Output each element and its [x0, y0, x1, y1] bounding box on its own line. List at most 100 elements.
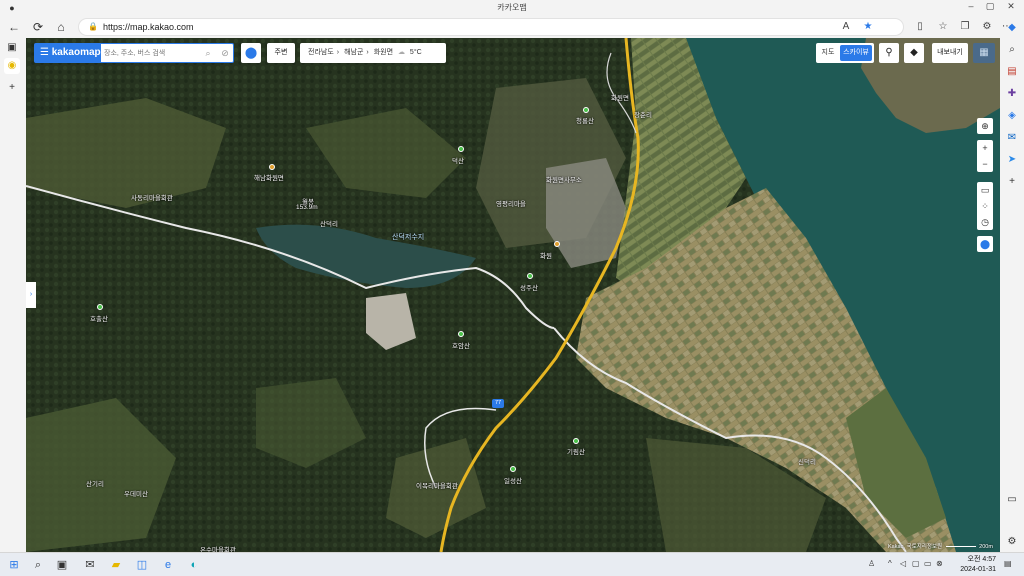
shopping-icon[interactable]: ▤ [1004, 64, 1020, 80]
start-icon[interactable]: ⊞ [6, 557, 22, 573]
map-label[interactable]: 호암산 [452, 340, 470, 350]
menu-icon[interactable]: ☰ [40, 47, 49, 58]
search-sidebar-icon[interactable]: ⌕ [1004, 42, 1020, 58]
map-label[interactable]: 화원면사무소 [546, 174, 582, 184]
around-button[interactable]: 주변 [267, 43, 295, 63]
tray-person-icon[interactable]: ♙ [868, 559, 875, 568]
outlook-icon[interactable]: ✉ [1004, 130, 1020, 146]
breadcrumb-item-town[interactable]: 화원면 [374, 49, 393, 56]
tab-actions-icon[interactable]: ▣ [4, 40, 20, 56]
map-canvas[interactable]: 청룡산 화원면 장춘리 화원면사무소 화원 덕산 해남화원면 영평리마을 사동리… [26, 38, 1000, 552]
panel-toggle-button[interactable]: › [26, 282, 36, 308]
breadcrumb-item-county[interactable]: 해남군 [344, 49, 363, 56]
map-label[interactable]: 우데미산 [124, 488, 148, 498]
current-location-icon[interactable]: ⊕ [977, 118, 993, 134]
map-label[interactable]: 해남화원면 [254, 172, 284, 182]
collections-icon[interactable]: ❐ [957, 19, 973, 35]
map-label[interactable]: 온수마을회관 [200, 544, 236, 552]
breadcrumb-item-province[interactable]: 전라남도 [308, 49, 334, 56]
extensions-icon[interactable]: ⚙ [979, 19, 995, 35]
tray-volume-icon[interactable]: ◁ [900, 559, 906, 568]
window-title: 카카오맵 [497, 3, 527, 12]
sidebar-settings-icon[interactable]: ⚙ [1004, 534, 1020, 550]
tray-battery-icon[interactable]: ▭ [924, 559, 932, 568]
map-label[interactable]: 이목리마을회관 [416, 480, 458, 490]
search-input[interactable] [104, 46, 200, 60]
map-type-map[interactable]: 지도 [816, 43, 840, 63]
search-icon[interactable]: ⌕ [201, 46, 215, 60]
kakaomap-logo[interactable]: ☰ kakaomap [35, 44, 101, 62]
map-label[interactable]: 영평리마을 [496, 198, 526, 208]
kakaomap-tab-icon[interactable]: ◉ [4, 58, 20, 74]
map-label[interactable]: 장춘리 [634, 109, 652, 119]
map-label[interactable]: 신덕리 [798, 456, 816, 466]
back-icon[interactable]: ← [6, 19, 22, 35]
ruler-icon[interactable]: ▭ [977, 182, 993, 198]
area-icon[interactable]: ⁘ [977, 198, 993, 214]
minimap-button[interactable]: ▦ [973, 43, 995, 63]
pin-marker-button[interactable]: ⚲ [879, 43, 899, 63]
mountain-marker[interactable] [527, 273, 533, 279]
mail-icon[interactable]: ✉ [82, 557, 98, 573]
favorites-icon[interactable]: ☆ [935, 19, 951, 35]
read-aloud-icon[interactable]: A [838, 19, 854, 35]
roadview-icon[interactable]: ⬤ [977, 236, 993, 252]
map-footer: Kakao, 국토지리정보원 200m [888, 542, 993, 550]
mountain-marker[interactable] [573, 438, 579, 444]
address-bar[interactable]: 🔒 https://map.kakao.com [78, 18, 904, 36]
map-label[interactable]: 화원 [540, 250, 552, 260]
map-type-skyview[interactable]: 스카이뷰 [840, 45, 872, 61]
mountain-marker[interactable] [510, 466, 516, 472]
map-label[interactable]: 사동리마을회관 [131, 192, 173, 202]
poi-marker[interactable] [269, 164, 275, 170]
layers-button[interactable]: ◆ [904, 43, 924, 63]
new-tab-icon[interactable]: + [4, 80, 20, 96]
store-icon[interactable]: ◫ [134, 557, 150, 573]
refresh-icon[interactable]: ⟳ [30, 19, 46, 35]
task-view-icon[interactable]: ▣ [54, 557, 70, 573]
map-label[interactable]: 산덕저수지 [392, 232, 424, 242]
ie-icon[interactable]: e [160, 557, 176, 573]
map-label[interactable]: 산기리 [86, 478, 104, 488]
home-icon[interactable]: ⌂ [53, 19, 69, 35]
radius-icon[interactable]: ◷ [977, 214, 993, 230]
edge-icon[interactable]: ◐ [186, 557, 202, 573]
minimize-icon[interactable]: – [962, 1, 980, 11]
close-icon[interactable]: ✕ [1002, 1, 1020, 12]
favorite-star-icon[interactable]: ★ [860, 19, 876, 35]
map-label[interactable]: 덕산 [452, 155, 464, 165]
town-marker[interactable] [554, 241, 560, 247]
mountain-marker[interactable] [97, 304, 103, 310]
tray-ime-icon[interactable]: ⊗ [936, 559, 943, 568]
send-icon[interactable]: ➤ [1004, 152, 1020, 168]
split-screen-icon[interactable]: ▯ [912, 19, 928, 35]
map-label[interactable]: 호출산 [90, 313, 108, 323]
export-button[interactable]: 내보내기 [932, 43, 968, 63]
notifications-icon[interactable]: ▤ [1004, 559, 1012, 568]
map-label[interactable]: 기림산 [567, 446, 585, 456]
tray-chevron-up-icon[interactable]: ^ [888, 559, 892, 568]
map-label[interactable]: 화원면 [611, 92, 629, 102]
taskbar-clock[interactable]: 오전 4:57 2024-01-31 [948, 555, 996, 575]
search-icon[interactable]: ⌕ [30, 557, 46, 573]
zoom-out-icon[interactable]: − [977, 156, 993, 172]
zoom-in-icon[interactable]: + [977, 140, 993, 156]
map-label[interactable]: 일성산 [504, 475, 522, 485]
mountain-marker[interactable] [583, 107, 589, 113]
games-icon[interactable]: ◈ [1004, 108, 1020, 124]
directions-icon[interactable]: ⊘ [218, 46, 232, 60]
mountain-marker[interactable] [458, 331, 464, 337]
map-label[interactable]: 성주산 [520, 282, 538, 292]
tray-network-icon[interactable]: ▢ [912, 559, 920, 568]
tools-icon[interactable]: ✚ [1004, 86, 1020, 102]
map-label[interactable]: 산덕리 [320, 218, 338, 228]
hide-sidebar-icon[interactable]: ▭ [1004, 492, 1020, 508]
copilot-icon[interactable]: ◆ [1004, 20, 1020, 36]
map-label[interactable]: 153.9m [296, 204, 318, 211]
maximize-icon[interactable]: ▢ [981, 1, 999, 12]
file-explorer-icon[interactable]: ▰ [108, 557, 124, 573]
map-label[interactable]: 청룡산 [576, 115, 594, 125]
add-sidebar-app-icon[interactable]: + [1004, 174, 1020, 190]
location-pin-button[interactable]: ⬤ [241, 43, 261, 63]
mountain-marker[interactable] [458, 146, 464, 152]
